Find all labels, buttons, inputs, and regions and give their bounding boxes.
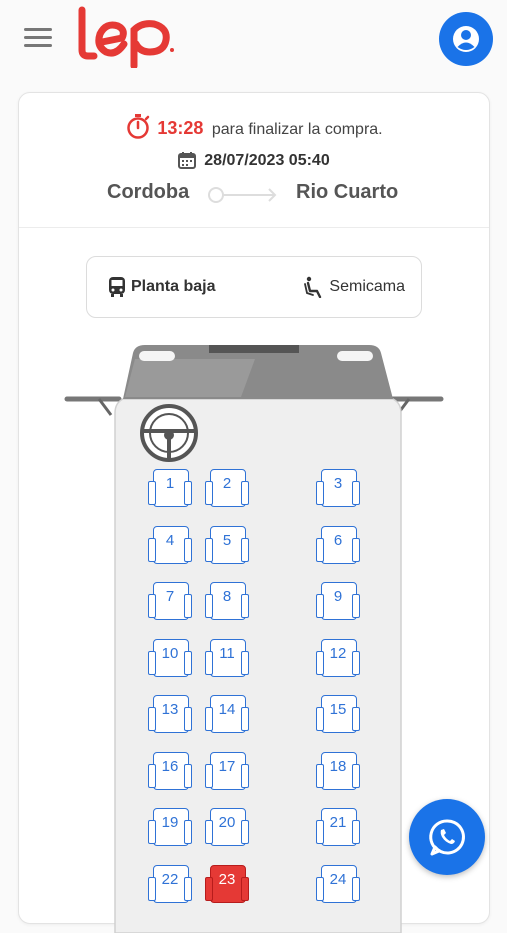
user-account-button[interactable] — [439, 12, 493, 66]
divider — [19, 227, 489, 228]
destination-city: Rio Cuarto — [296, 181, 399, 203]
seat-number: 5 — [222, 531, 232, 549]
seat-8[interactable]: 8 — [205, 580, 249, 622]
departure-datetime: 28/07/2023 05:40 — [19, 151, 489, 174]
whatsapp-icon — [429, 819, 465, 856]
steering-wheel-icon — [140, 404, 198, 462]
route: Cordoba Rio Cuarto — [19, 181, 489, 211]
seat-19[interactable]: 19 — [148, 806, 192, 848]
seat-number: 3 — [333, 475, 343, 492]
seat-21[interactable]: 21 — [316, 806, 360, 848]
calendar-icon — [178, 151, 197, 174]
seat-number: 17 — [218, 757, 236, 775]
seat-24[interactable]: 24 — [316, 863, 360, 905]
seat-number: 8 — [222, 588, 232, 605]
deck-label: Planta baja — [131, 278, 216, 295]
seat-number: 19 — [161, 814, 179, 831]
seat-12[interactable]: 12 — [316, 637, 360, 679]
seat-number: 13 — [161, 701, 179, 718]
stopwatch-icon — [125, 113, 151, 144]
hamburger-menu-icon[interactable] — [24, 28, 52, 50]
seat-23[interactable]: 23 — [205, 863, 249, 905]
seat-type: Semicama — [329, 278, 405, 295]
seat-1[interactable]: 1 — [148, 467, 192, 509]
seat-number: 7 — [165, 588, 175, 605]
seat-number: 21 — [329, 814, 347, 831]
seat-6[interactable]: 6 — [316, 524, 360, 566]
seat-number: 9 — [333, 588, 343, 605]
timer-value: 13:28 — [157, 118, 204, 138]
seat-number: 22 — [161, 870, 179, 888]
timer-text: para finalizar la compra. — [211, 121, 383, 138]
seat-13[interactable]: 13 — [148, 693, 192, 735]
seat-number: 6 — [333, 531, 343, 549]
seat-4[interactable]: 4 — [148, 524, 192, 566]
seat-number: 14 — [218, 701, 236, 718]
route-arrow-icon — [207, 184, 279, 212]
seat-3[interactable]: 3 — [316, 467, 360, 509]
seat-14[interactable]: 14 — [205, 693, 249, 735]
seat-16[interactable]: 16 — [148, 750, 192, 792]
seat-number: 16 — [161, 757, 179, 775]
seat-number: 24 — [329, 870, 347, 888]
lep-logo[interactable] — [72, 6, 177, 73]
origin-city: Cordoba — [107, 181, 190, 203]
seat-selection-card: 13:28 para finalizar la compra. 28/07/20… — [18, 92, 490, 933]
seat-number: 10 — [161, 644, 179, 662]
bus-icon — [109, 277, 125, 297]
seat-number: 2 — [222, 475, 232, 492]
seat-22[interactable]: 22 — [148, 863, 192, 905]
seat-number: 4 — [165, 531, 175, 549]
seat-18[interactable]: 18 — [316, 750, 360, 792]
seat-5[interactable]: 5 — [205, 524, 249, 566]
seat-15[interactable]: 15 — [316, 693, 360, 735]
seat-number: 15 — [329, 701, 347, 718]
seat-17[interactable]: 17 — [205, 750, 249, 792]
reclining-seat-icon — [304, 276, 322, 298]
seat-7[interactable]: 7 — [148, 580, 192, 622]
seat-number: 11 — [219, 644, 235, 662]
seat-number: 20 — [218, 814, 236, 831]
top-bar — [0, 0, 507, 78]
seat-20[interactable]: 20 — [205, 806, 249, 848]
seat-number: 1 — [165, 475, 175, 492]
seat-9[interactable]: 9 — [316, 580, 360, 622]
seat-10[interactable]: 10 — [148, 637, 192, 679]
deck-info: Planta baja Semicama — [86, 256, 422, 318]
seat-2[interactable]: 2 — [205, 467, 249, 509]
seat-number: 23 — [218, 870, 236, 888]
seat-11[interactable]: 11 — [205, 637, 249, 679]
user-account-icon — [453, 26, 479, 52]
seat-number: 12 — [329, 644, 347, 662]
departure-date: 28/07/2023 05:40 — [204, 152, 330, 169]
whatsapp-button[interactable] — [409, 799, 485, 875]
purchase-timer: 13:28 para finalizar la compra. — [19, 113, 489, 144]
seat-number: 18 — [329, 757, 347, 775]
